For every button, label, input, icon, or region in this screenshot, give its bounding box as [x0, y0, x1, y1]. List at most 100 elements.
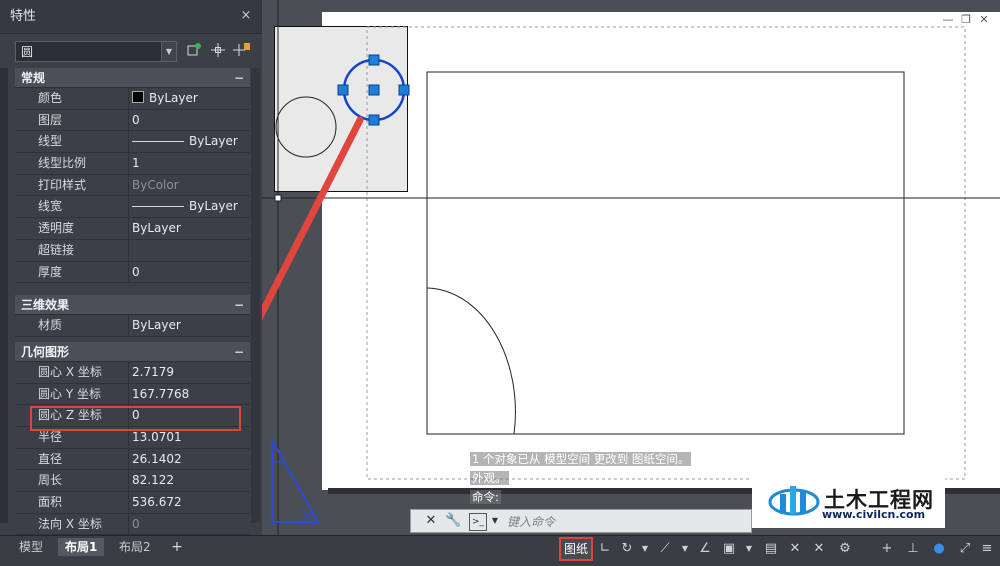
- property-value[interactable]: 167.7768: [131, 384, 250, 405]
- watermark-logo-icon: [768, 486, 820, 516]
- object-snap-icon[interactable]: ▣: [720, 540, 738, 558]
- property-row-lineweight[interactable]: 线宽 ByLayer: [15, 196, 250, 219]
- property-value[interactable]: ByLayer: [131, 131, 250, 152]
- property-value[interactable]: [131, 240, 250, 261]
- property-row-center-x[interactable]: 圆心 X 坐标 2.7179: [15, 361, 250, 384]
- linetype-value: ByLayer: [189, 134, 238, 149]
- property-value: ByColor: [132, 177, 179, 192]
- isodraft-icon[interactable]: ⟋: [656, 540, 674, 558]
- color-swatch-icon: [132, 91, 144, 103]
- quick-properties-icon[interactable]: ⊥: [904, 540, 922, 558]
- property-value[interactable]: 2.7179: [131, 362, 250, 383]
- close-icon[interactable]: ×: [238, 8, 254, 24]
- wrench-icon[interactable]: 🔧: [445, 513, 461, 529]
- property-value[interactable]: 0: [131, 262, 250, 283]
- section-general[interactable]: 常规 −: [15, 68, 250, 88]
- property-value[interactable]: ByLayer: [131, 88, 250, 109]
- grip-bottom: [368, 114, 380, 126]
- property-value[interactable]: ByLayer: [131, 196, 250, 217]
- ortho-icon[interactable]: ∟: [596, 540, 614, 558]
- command-input[interactable]: 键入命令: [507, 513, 555, 530]
- property-label: 厚度: [15, 261, 129, 283]
- chevron-down-icon[interactable]: ▼: [487, 513, 503, 529]
- isolate-objects-icon[interactable]: ●: [930, 540, 948, 558]
- property-row-area[interactable]: 面积 536.672: [15, 492, 250, 514]
- fullscreen-icon[interactable]: ⤢: [956, 540, 974, 558]
- property-row-plot-style[interactable]: 打印样式 ByColor: [15, 174, 250, 197]
- section-3d-effects[interactable]: 三维效果 −: [15, 295, 250, 316]
- command-history-line: 外观。: [470, 471, 509, 485]
- collapse-icon[interactable]: −: [234, 68, 244, 88]
- grip-right: [398, 84, 410, 96]
- property-row-linetype[interactable]: 线型 ByLayer: [15, 131, 250, 154]
- property-row-diameter[interactable]: 直径 26.1402: [15, 448, 250, 471]
- property-value[interactable]: 1: [131, 153, 250, 174]
- property-value[interactable]: 26.1402: [131, 449, 250, 470]
- units-icon[interactable]: +: [878, 540, 896, 558]
- tab-layout1[interactable]: 布局1: [58, 538, 105, 556]
- workspace-icon[interactable]: ⚙: [836, 540, 854, 558]
- chevron-down-icon[interactable]: ▼: [676, 540, 694, 558]
- quick-select-icon[interactable]: [184, 41, 206, 63]
- property-row-layer[interactable]: 图层 0: [15, 109, 250, 132]
- property-value[interactable]: 0: [131, 514, 250, 535]
- property-row-material[interactable]: 材质 ByLayer: [15, 315, 250, 337]
- polar-tracking-icon[interactable]: ↻: [618, 540, 636, 558]
- viewport-rectangle: [426, 71, 905, 435]
- chevron-down-icon[interactable]: ▼: [161, 42, 176, 61]
- property-label: 面积: [15, 492, 129, 513]
- command-prompt-icon[interactable]: >_: [469, 513, 487, 531]
- customize-menu-icon[interactable]: ≡: [978, 540, 996, 558]
- collapse-icon[interactable]: −: [234, 342, 244, 362]
- close-icon[interactable]: ✕: [423, 513, 439, 529]
- tab-model[interactable]: 模型: [12, 538, 50, 556]
- property-label: 线型: [15, 131, 129, 153]
- property-row-thickness[interactable]: 厚度 0: [15, 261, 250, 284]
- toggle-pickadd-icon[interactable]: [231, 41, 253, 63]
- printable-area-boundary: [366, 26, 966, 480]
- lineweight-icon[interactable]: ▤: [762, 540, 780, 558]
- chevron-down-icon[interactable]: ▼: [636, 540, 654, 558]
- annotation-scale-icon[interactable]: ✕: [786, 540, 804, 558]
- annotation-visibility-icon[interactable]: ✕: [810, 540, 828, 558]
- property-label: 圆心 Y 坐标: [15, 383, 129, 405]
- property-value[interactable]: ByLayer: [131, 315, 250, 336]
- property-value[interactable]: 0: [131, 110, 250, 131]
- linetype-sample: [132, 141, 184, 143]
- watermark-url: www.civilcn.com: [822, 508, 926, 521]
- section-geometry[interactable]: 几何图形 −: [15, 341, 250, 362]
- command-line[interactable]: ✕ 🔧 >_ ▼ 键入命令: [410, 509, 752, 533]
- close-icon[interactable]: ✕: [978, 14, 990, 26]
- property-value[interactable]: ByLayer: [131, 218, 250, 239]
- object-type-select[interactable]: 圆 ▼: [15, 41, 177, 62]
- tab-layout2[interactable]: 布局2: [112, 538, 158, 556]
- restore-icon[interactable]: ❐: [960, 14, 972, 26]
- command-history-line: 命令:: [470, 490, 501, 504]
- color-value: ByLayer: [149, 91, 198, 105]
- annotation-arrow: [262, 116, 364, 321]
- add-layout-icon[interactable]: +: [168, 538, 186, 556]
- chevron-down-icon[interactable]: ▼: [740, 540, 758, 558]
- object-type-value: 圆: [21, 45, 34, 59]
- section-title: 三维效果: [21, 298, 70, 313]
- collapse-icon[interactable]: −: [234, 295, 244, 315]
- select-objects-icon[interactable]: [207, 41, 229, 63]
- ucs-icon: [271, 439, 320, 523]
- palette-scrollbar[interactable]: [251, 68, 260, 523]
- property-value[interactable]: 536.672: [131, 492, 250, 513]
- paper-space-toggle[interactable]: 图纸: [559, 537, 593, 561]
- section-title: 几何图形: [21, 344, 70, 359]
- property-row-normal-x[interactable]: 法向 X 坐标 0: [15, 513, 250, 536]
- property-row-linetype-scale[interactable]: 线型比例 1: [15, 153, 250, 175]
- property-row-color[interactable]: 颜色 ByLayer: [15, 88, 250, 110]
- object-snap-tracking-icon[interactable]: ∠: [696, 540, 714, 558]
- property-row-center-y[interactable]: 圆心 Y 坐标 167.7768: [15, 383, 250, 406]
- property-row-hyperlink[interactable]: 超链接: [15, 239, 250, 262]
- property-label: 圆心 X 坐标: [15, 361, 129, 383]
- property-row-circumference[interactable]: 周长 82.122: [15, 470, 250, 492]
- property-row-transparency[interactable]: 透明度 ByLayer: [15, 218, 250, 240]
- grip-center: [368, 84, 380, 96]
- property-value[interactable]: 82.122: [131, 470, 250, 491]
- property-label: 颜色: [15, 88, 129, 109]
- minimize-icon[interactable]: —: [942, 14, 954, 26]
